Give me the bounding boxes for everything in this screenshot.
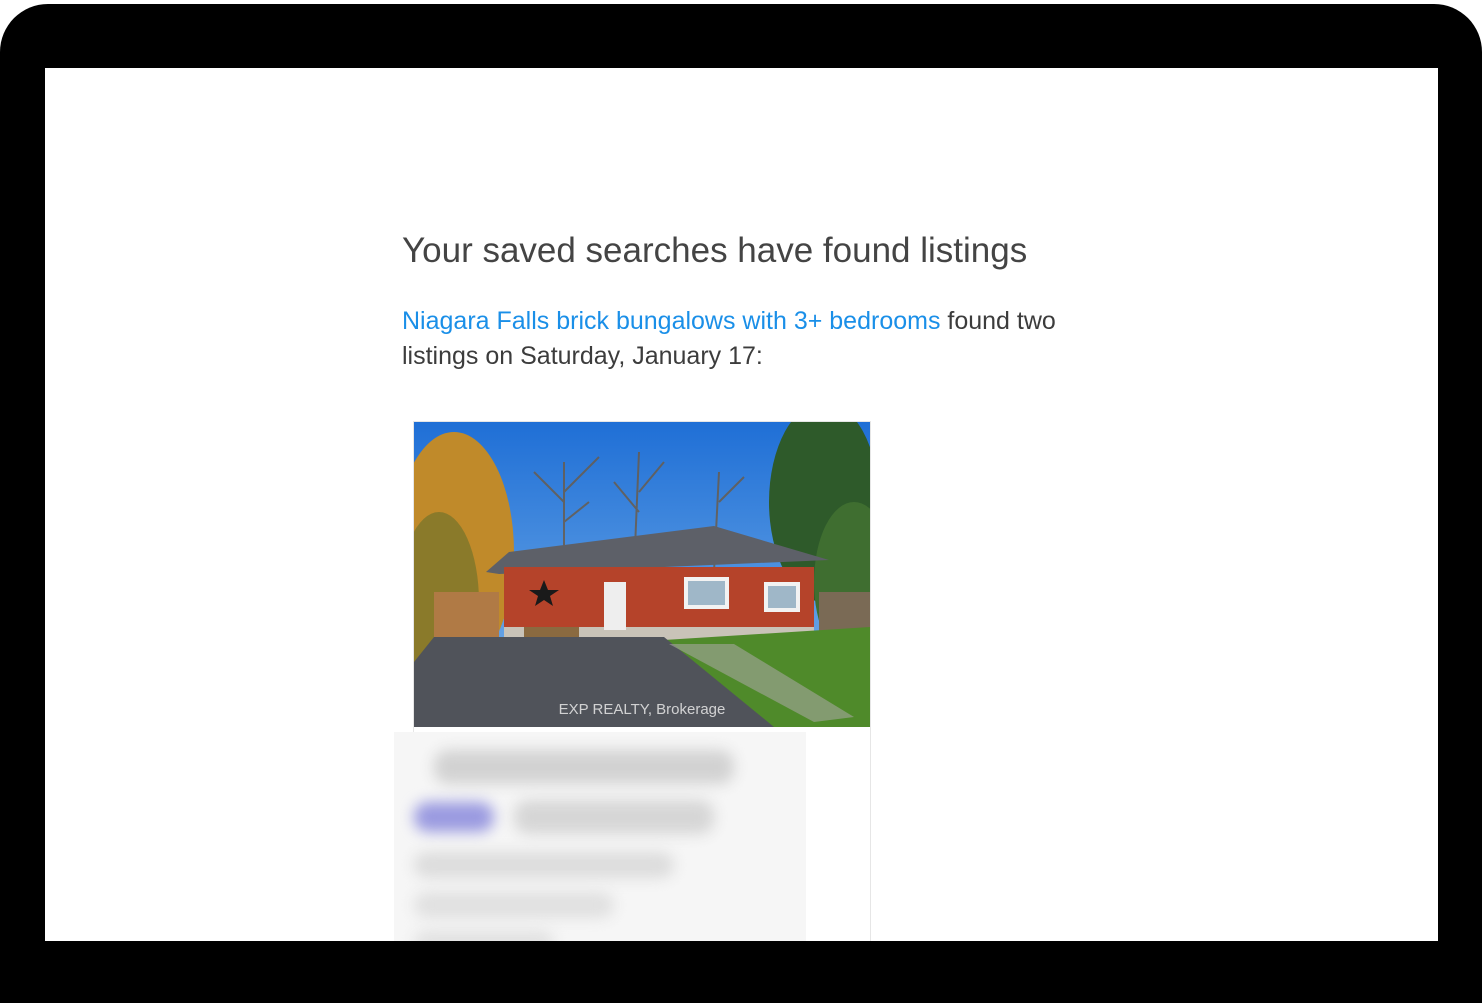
email-heading: Your saved searches have found listings bbox=[402, 231, 1028, 270]
photo-watermark: EXP REALTY, Brokerage bbox=[559, 701, 726, 718]
saved-search-link[interactable]: Niagara Falls brick bungalows with 3+ be… bbox=[402, 307, 940, 335]
email-screen: Your saved searches have found listings … bbox=[45, 68, 1438, 941]
laptop-frame: Your saved searches have found listings … bbox=[0, 4, 1482, 1003]
listing-photo[interactable]: EXP REALTY, Brokerage bbox=[414, 422, 870, 727]
email-intro: Niagara Falls brick bungalows with 3+ be… bbox=[402, 304, 1122, 374]
redacted-listing-details bbox=[394, 732, 806, 941]
listing-card[interactable]: EXP REALTY, Brokerage bbox=[394, 421, 871, 941]
